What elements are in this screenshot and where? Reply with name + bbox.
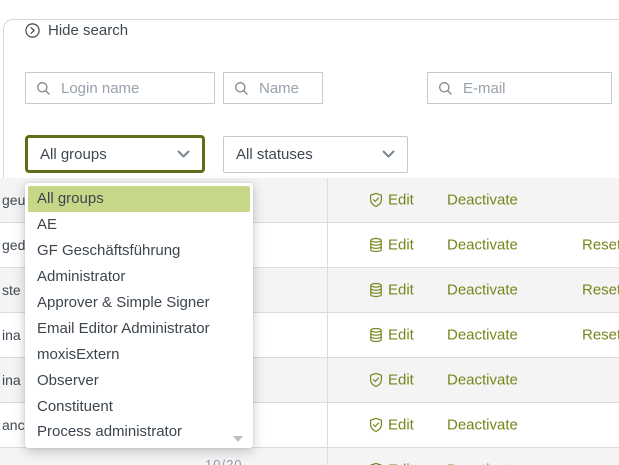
group-option-5[interactable]: Email Editor Administrator bbox=[28, 315, 250, 341]
reset-link[interactable]: Reset bbox=[582, 327, 619, 344]
edit-link[interactable]: Edit bbox=[388, 372, 414, 389]
row-text-fragment: anc bbox=[2, 417, 25, 433]
database-icon bbox=[368, 237, 384, 253]
shield-check-icon bbox=[368, 417, 384, 433]
groups-filter-value: All groups bbox=[40, 146, 107, 163]
chevron-down-icon bbox=[177, 150, 190, 159]
statuses-filter-select[interactable]: All statuses bbox=[223, 136, 408, 173]
group-option-7[interactable]: Observer bbox=[28, 367, 250, 393]
reset-link[interactable]: Reset bbox=[582, 237, 619, 254]
row-actions: Edit Deactivate bbox=[327, 178, 619, 222]
search-icon bbox=[234, 81, 249, 96]
circle-chevron-right-icon bbox=[25, 23, 40, 38]
name-input[interactable] bbox=[257, 79, 314, 98]
groups-dropdown-menu: All groupsAEGF GeschäftsführungAdministr… bbox=[25, 183, 253, 448]
deactivate-link[interactable]: Deactivate bbox=[447, 192, 518, 209]
user-management-screen: Hide search All groups All statuses geu E… bbox=[0, 0, 619, 465]
row-text-fragment: ged bbox=[2, 237, 25, 253]
email-input[interactable] bbox=[461, 79, 603, 98]
scroll-down-caret-icon[interactable] bbox=[233, 436, 243, 442]
search-icon bbox=[36, 81, 51, 96]
deactivate-link[interactable]: Deactivate bbox=[447, 417, 518, 434]
edit-link[interactable]: Edit bbox=[388, 282, 414, 299]
group-option-2[interactable]: GF Geschäftsführung bbox=[28, 238, 250, 264]
email-search-field[interactable] bbox=[427, 72, 612, 104]
database-icon bbox=[368, 282, 384, 298]
row-text-fragment: ste bbox=[2, 282, 21, 298]
edit-link[interactable]: Edit bbox=[388, 327, 414, 344]
group-option-8[interactable]: Constituent bbox=[28, 393, 250, 419]
group-option-3[interactable]: Administrator bbox=[28, 264, 250, 290]
row-actions: Edit Deactivate Reset bbox=[327, 268, 619, 312]
row-text-fragment: geu bbox=[2, 192, 25, 208]
hide-search-toggle[interactable]: Hide search bbox=[25, 22, 128, 39]
group-option-1[interactable]: AE bbox=[28, 212, 250, 238]
deactivate-link[interactable]: Deactivate bbox=[447, 462, 518, 465]
row-text-fragment: ina bbox=[2, 327, 21, 343]
chevron-down-icon bbox=[382, 150, 395, 159]
edit-link[interactable]: Edit bbox=[388, 237, 414, 254]
login-name-search-field[interactable] bbox=[25, 72, 215, 104]
deactivate-link[interactable]: Deactivate bbox=[447, 372, 518, 389]
row-actions: Edit Deactivate Reset bbox=[327, 313, 619, 357]
shield-check-icon bbox=[368, 192, 384, 208]
group-option-4[interactable]: Approver & Simple Signer bbox=[28, 290, 250, 316]
deactivate-link[interactable]: Deactivate bbox=[447, 282, 518, 299]
row-text-fragment: ina bbox=[2, 372, 21, 388]
row-actions: Edit Deactivate bbox=[327, 448, 619, 465]
group-option-9[interactable]: Process administrator bbox=[28, 419, 250, 445]
login-name-input[interactable] bbox=[59, 79, 206, 98]
row-actions: Edit Deactivate bbox=[327, 403, 619, 447]
table-row: Edit Deactivate 10/20 bbox=[0, 448, 619, 465]
group-option-6[interactable]: moxisExtern bbox=[28, 341, 250, 367]
group-option-0[interactable]: All groups bbox=[28, 186, 250, 212]
hide-search-label: Hide search bbox=[48, 22, 128, 39]
statuses-filter-value: All statuses bbox=[236, 146, 313, 163]
row-actions: Edit Deactivate Reset bbox=[327, 223, 619, 267]
edit-link[interactable]: Edit bbox=[388, 192, 414, 209]
row-actions: Edit Deactivate bbox=[327, 358, 619, 402]
edit-link[interactable]: Edit bbox=[388, 462, 414, 465]
name-search-field[interactable] bbox=[223, 72, 323, 104]
deactivate-link[interactable]: Deactivate bbox=[447, 237, 518, 254]
groups-filter-select[interactable]: All groups bbox=[25, 135, 205, 173]
search-icon bbox=[438, 81, 453, 96]
partial-text-fragment: 10/20 bbox=[205, 457, 243, 465]
edit-link[interactable]: Edit bbox=[388, 417, 414, 434]
shield-check-icon bbox=[368, 372, 384, 388]
reset-link[interactable]: Reset bbox=[582, 282, 619, 299]
database-icon bbox=[368, 327, 384, 343]
deactivate-link[interactable]: Deactivate bbox=[447, 327, 518, 344]
